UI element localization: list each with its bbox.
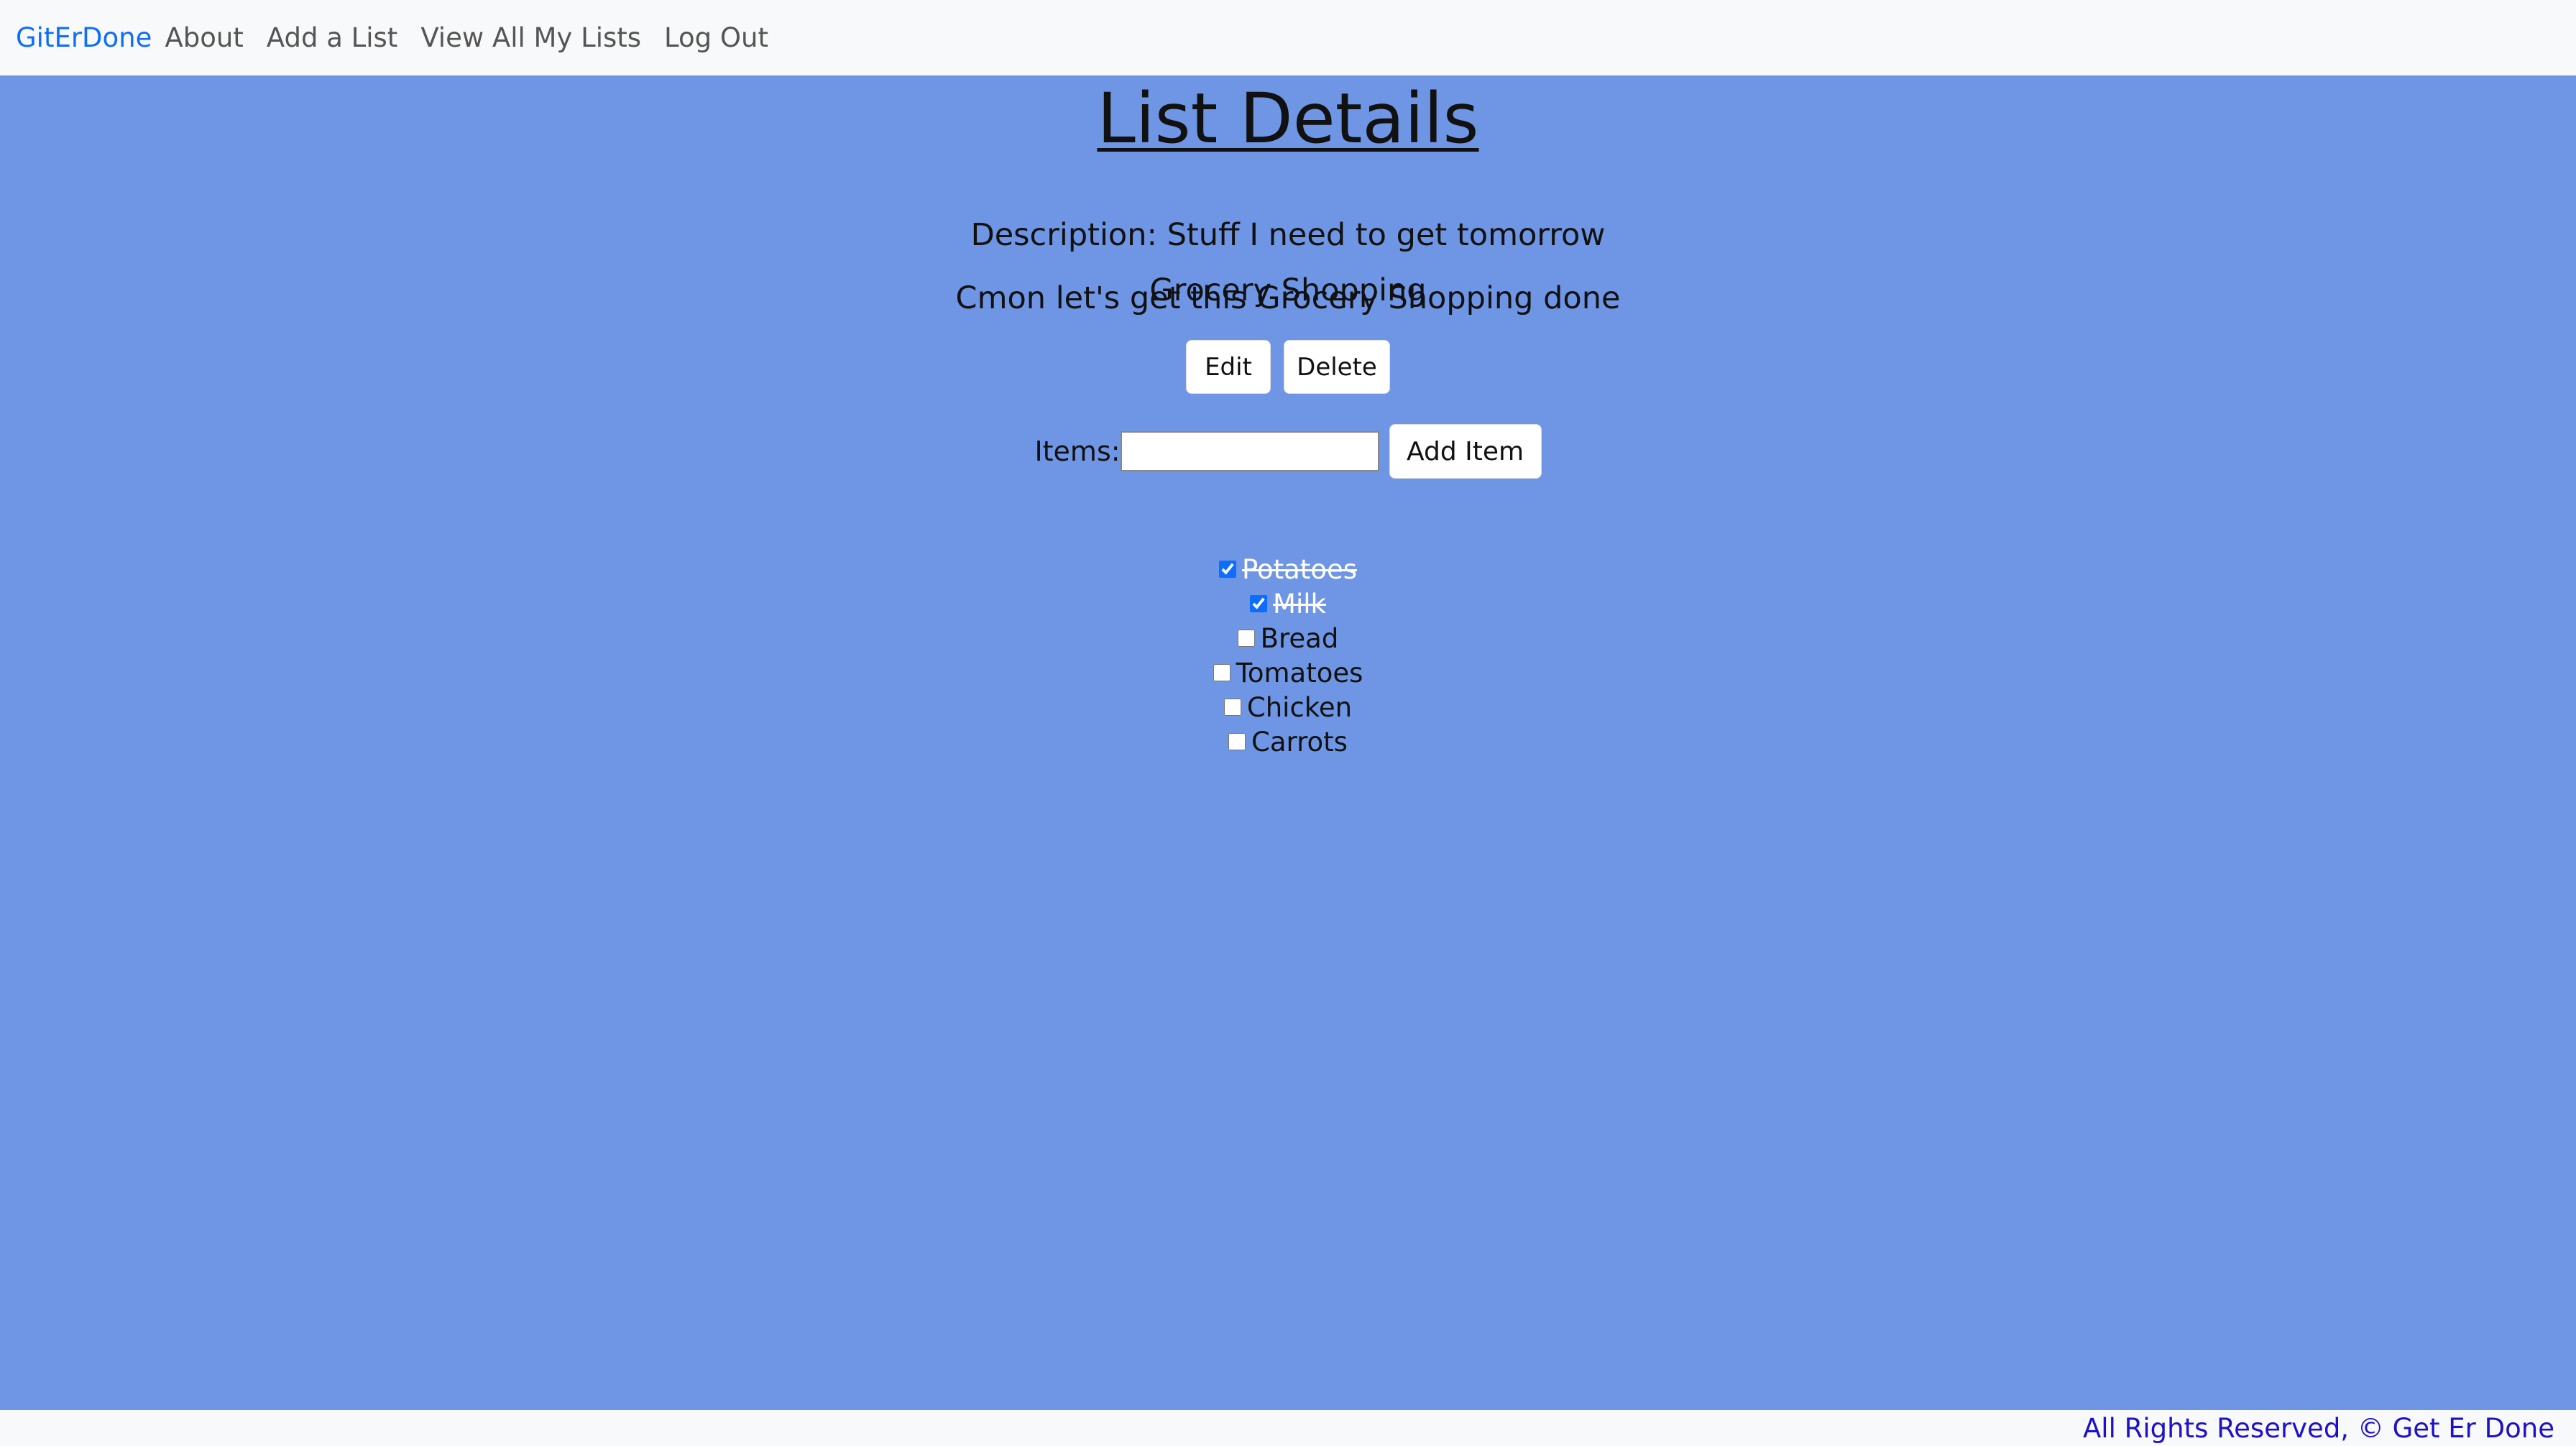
nav-link-about[interactable]: About (165, 22, 243, 53)
motivation-text: Cmon let's get this Grocery Shopping don… (955, 280, 1621, 316)
footer-text: All Rights Reserved, © Get Er Done (2083, 1412, 2554, 1444)
page-title: List Details (1097, 78, 1479, 159)
list-item[interactable]: Bread (1237, 621, 1339, 655)
list-item[interactable]: Chicken (1223, 690, 1353, 724)
item-label: Potatoes (1242, 553, 1357, 585)
brand-link[interactable]: GitErDone (16, 22, 152, 53)
items-label: Items: (1034, 436, 1121, 467)
nav-link-logout[interactable]: Log Out (664, 22, 768, 53)
item-label: Bread (1260, 622, 1339, 654)
delete-button[interactable]: Delete (1284, 340, 1390, 394)
item-label: Carrots (1251, 726, 1348, 757)
items-list: Potatoes Milk Bread Tomatoes Chicken Car… (0, 552, 2576, 759)
list-item[interactable]: Carrots (1228, 724, 1348, 759)
list-item[interactable]: Tomatoes (1213, 655, 1363, 690)
item-checkbox[interactable] (1213, 664, 1230, 681)
add-item-button[interactable]: Add Item (1389, 424, 1542, 479)
item-checkbox[interactable] (1250, 595, 1268, 612)
item-checkbox[interactable] (1219, 561, 1236, 578)
list-description: Description: Stuff I need to get tomorro… (970, 217, 1606, 253)
list-item[interactable]: Potatoes (1219, 552, 1357, 586)
item-label: Tomatoes (1236, 657, 1363, 689)
item-checkbox[interactable] (1237, 630, 1255, 647)
nav-link-view-lists[interactable]: View All My Lists (420, 22, 641, 53)
item-checkbox[interactable] (1223, 699, 1241, 716)
edit-button[interactable]: Edit (1186, 340, 1271, 394)
list-item[interactable]: Milk (1250, 586, 1326, 621)
add-item-form: Items: Add Item (0, 424, 2576, 479)
item-label: Milk (1273, 588, 1326, 620)
list-actions: Edit Delete (0, 340, 2576, 394)
item-label: Chicken (1246, 691, 1353, 723)
item-input[interactable] (1120, 431, 1379, 471)
nav-link-add-list[interactable]: Add a List (267, 22, 398, 53)
main-content: List Details Grocery Shopping Descriptio… (0, 75, 2576, 757)
top-navbar: GitErDone About Add a List View All My L… (0, 0, 2576, 75)
item-checkbox[interactable] (1228, 733, 1246, 750)
footer: All Rights Reserved, © Get Er Done (0, 1410, 2576, 1446)
